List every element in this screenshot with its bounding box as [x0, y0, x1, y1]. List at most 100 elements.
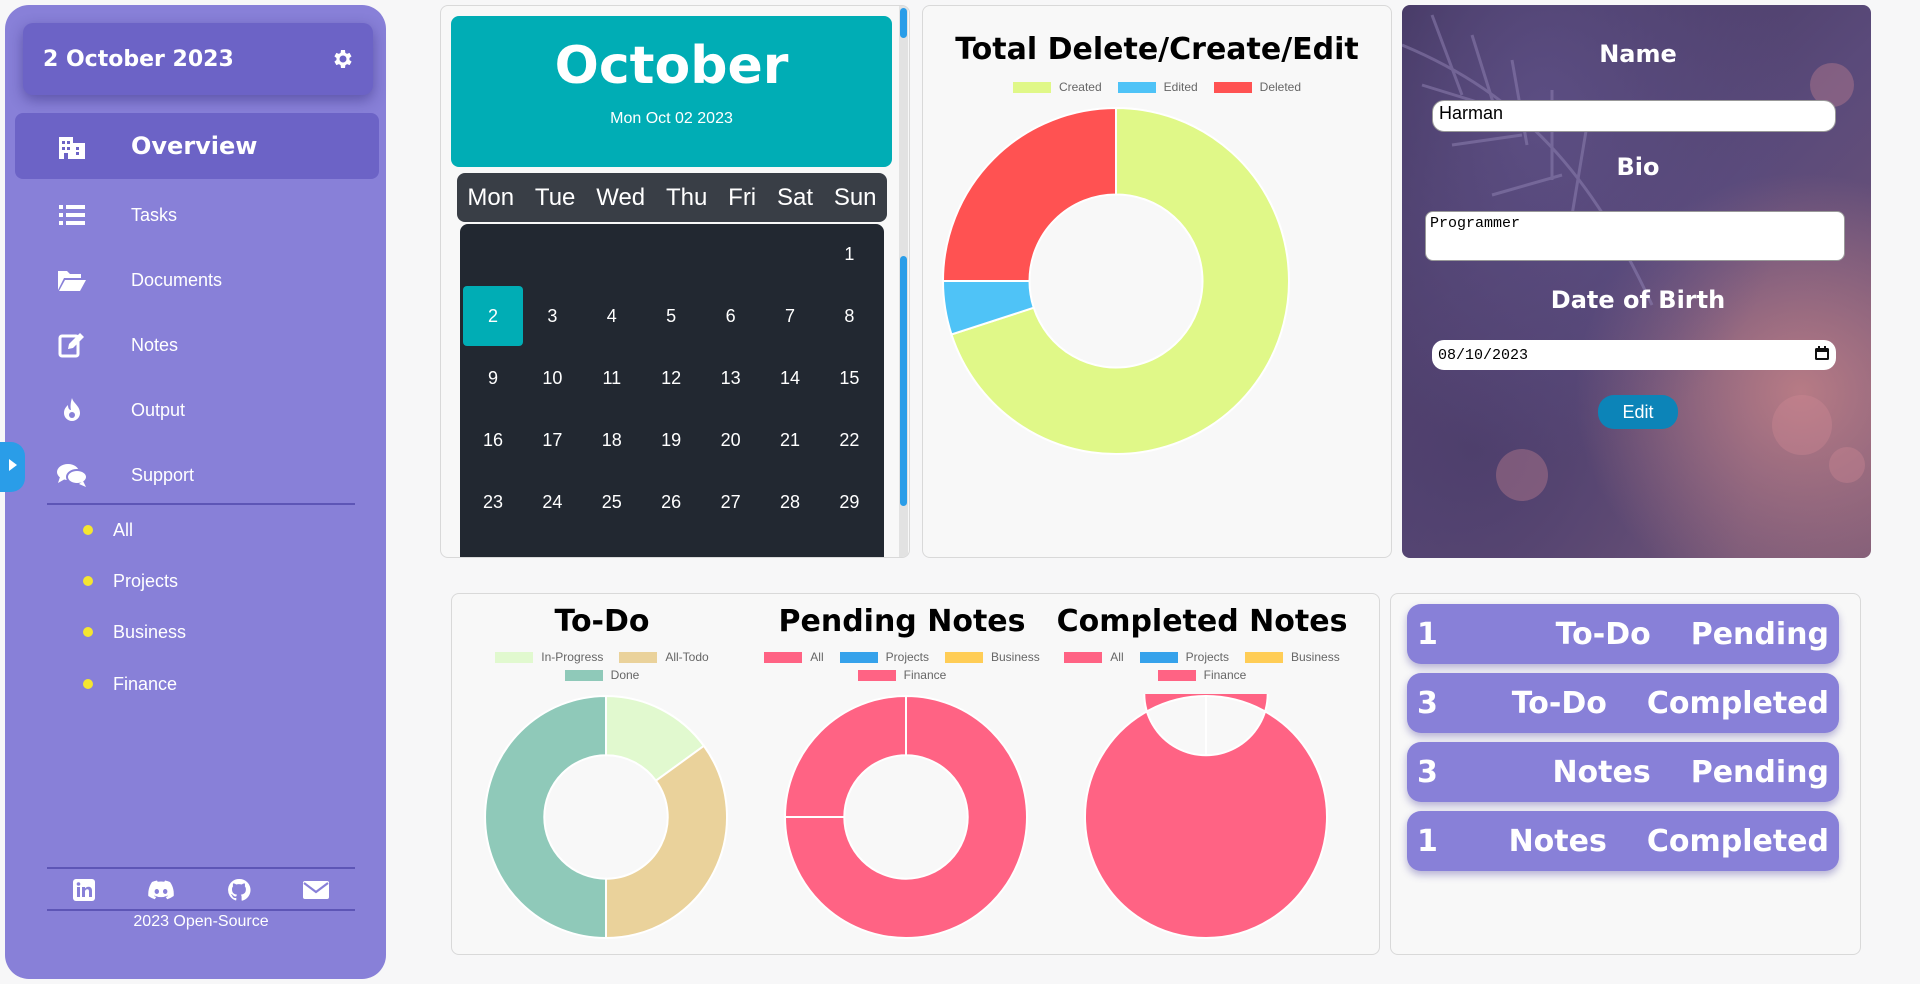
completed-notes-chart: Completed Notes All Projects Business Fi… — [1052, 594, 1352, 956]
legend-item[interactable]: In-Progress — [495, 650, 603, 664]
pie-slice-all-todo[interactable] — [605, 744, 728, 940]
bio-textarea[interactable]: Programmer — [1425, 211, 1845, 261]
legend-item[interactable]: All — [1064, 650, 1124, 664]
pie-slice-deleted[interactable] — [941, 106, 1117, 282]
calendar-day[interactable]: 9 — [463, 348, 523, 408]
legend-item[interactable]: Edited — [1117, 80, 1198, 94]
calendar-day[interactable]: 16 — [463, 410, 523, 470]
stat-type: To-Do — [1511, 685, 1607, 721]
nav-item-notes[interactable]: Notes — [15, 315, 379, 375]
legend-item[interactable]: Created — [1012, 80, 1102, 94]
profile-card: Name Harman Bio Programmer Date of Birth… — [1402, 5, 1871, 558]
calendar-day[interactable]: 19 — [641, 410, 701, 470]
sidebar-toggle[interactable] — [0, 442, 25, 492]
legend-item[interactable]: Deleted — [1213, 80, 1301, 94]
calendar-day[interactable]: 23 — [463, 472, 523, 532]
calendar-day[interactable]: 26 — [641, 472, 701, 532]
legend-item[interactable]: Finance — [1157, 668, 1246, 682]
nav-item-tasks[interactable]: Tasks — [15, 185, 379, 245]
calendar-day[interactable]: 24 — [522, 472, 582, 532]
nav-item-overview[interactable]: Overview — [15, 113, 379, 179]
calendar-day[interactable]: 3 — [522, 286, 582, 346]
calendar-day[interactable]: 22 — [819, 410, 879, 470]
calendar-day[interactable]: 21 — [760, 410, 820, 470]
calendar-day[interactable]: 20 — [701, 410, 761, 470]
building-icon — [55, 129, 89, 163]
nav-item-output[interactable]: Output — [15, 380, 379, 440]
edit-button[interactable]: Edit — [1598, 395, 1678, 429]
calendar-day[interactable]: 12 — [641, 348, 701, 408]
legend-label: Finance — [903, 668, 947, 682]
nav-label: Support — [131, 464, 195, 485]
calendar-day[interactable]: 18 — [582, 410, 642, 470]
scrollbar-thumb[interactable] — [900, 256, 907, 506]
calendar-day[interactable]: 4 — [582, 286, 642, 346]
donut-chart — [1084, 694, 1328, 939]
weekday-label: Fri — [728, 183, 757, 211]
calendar-day[interactable]: 5 — [641, 286, 701, 346]
calendar-day[interactable]: 15 — [819, 348, 879, 408]
calendar-day[interactable]: 14 — [760, 348, 820, 408]
calendar-day[interactable]: 27 — [701, 472, 761, 532]
discord-icon[interactable] — [147, 879, 175, 906]
linkedin-icon[interactable] — [73, 878, 95, 906]
legend-swatch — [1213, 81, 1252, 93]
name-input[interactable]: Harman — [1432, 100, 1836, 132]
legend-item[interactable]: All-Todo — [619, 650, 709, 664]
gear-icon[interactable] — [329, 45, 357, 73]
stat-todo-completed[interactable]: 3 To-Do Completed — [1407, 673, 1839, 733]
calendar-day[interactable]: 25 — [582, 472, 642, 532]
legend-item[interactable]: Business — [945, 650, 1040, 664]
legend-swatch — [857, 669, 896, 681]
github-icon[interactable] — [227, 878, 251, 907]
sub-item-business[interactable]: Business — [83, 617, 186, 647]
calendar-day[interactable]: 7 — [760, 286, 820, 346]
nav-item-support[interactable]: Support — [15, 445, 379, 505]
stat-notes-pending[interactable]: 3 Notes Pending — [1407, 742, 1839, 802]
totals-chart-card: Total Delete/Create/Edit Created Edited … — [922, 5, 1392, 558]
calendar-day-today[interactable]: 2 — [463, 286, 523, 346]
sub-item-all[interactable]: All — [83, 515, 133, 545]
stat-todo-pending[interactable]: 1 To-Do Pending — [1407, 604, 1839, 664]
dob-label: Date of Birth — [1550, 286, 1726, 314]
stat-type: To-Do — [1555, 616, 1651, 652]
chart-legend: Created Edited Deleted — [923, 80, 1391, 94]
folder-open-icon — [55, 263, 89, 297]
calendar-day[interactable]: 13 — [701, 348, 761, 408]
legend-item[interactable]: Projects — [839, 650, 929, 664]
donut-chart — [783, 694, 1028, 939]
legend-label: Business — [991, 650, 1040, 664]
weekday-label: Mon — [467, 183, 515, 211]
sidebar: 2 October 2023 Overview Tasks Documents … — [5, 5, 386, 979]
calendar-day[interactable]: 10 — [522, 348, 582, 408]
nav-item-documents[interactable]: Documents — [15, 250, 379, 310]
calendar-day[interactable]: 28 — [760, 472, 820, 532]
legend-item[interactable]: Business — [1245, 650, 1340, 664]
pie-slice-finance[interactable] — [783, 694, 907, 818]
stat-notes-completed[interactable]: 1 Notes Completed — [1407, 811, 1839, 871]
chart-title: Total Delete/Create/Edit — [955, 32, 1359, 67]
calendar-day[interactable]: 29 — [819, 472, 879, 532]
pending-notes-chart: Pending Notes All Projects Business Fina… — [752, 594, 1052, 956]
calendar-card: October Mon Oct 02 2023 Mon Tue Wed Thu … — [440, 5, 910, 558]
calendar-icon[interactable] — [1814, 345, 1830, 366]
chart-title: To-Do — [554, 604, 650, 639]
legend-item[interactable]: All — [764, 650, 824, 664]
dob-input[interactable]: 08/10/2023 — [1432, 340, 1836, 370]
legend-swatch — [1012, 81, 1051, 93]
envelope-icon[interactable] — [303, 880, 329, 905]
chart-title: Completed Notes — [1056, 604, 1348, 639]
todo-chart: To-Do In-Progress All-Todo Done — [452, 594, 752, 956]
legend-item[interactable]: Finance — [857, 668, 947, 682]
sub-item-projects[interactable]: Projects — [83, 566, 178, 596]
legend-item[interactable]: Done — [564, 668, 639, 682]
legend-item[interactable]: Projects — [1139, 650, 1229, 664]
calendar-day[interactable]: 1 — [819, 224, 879, 284]
pie-slice-done[interactable] — [484, 694, 607, 940]
sub-item-finance[interactable]: Finance — [83, 669, 177, 699]
calendar-day[interactable]: 17 — [522, 410, 582, 470]
calendar-day[interactable]: 11 — [582, 348, 642, 408]
calendar-day[interactable]: 8 — [819, 286, 879, 346]
calendar-day[interactable]: 6 — [701, 286, 761, 346]
legend-label: In-Progress — [541, 650, 604, 664]
